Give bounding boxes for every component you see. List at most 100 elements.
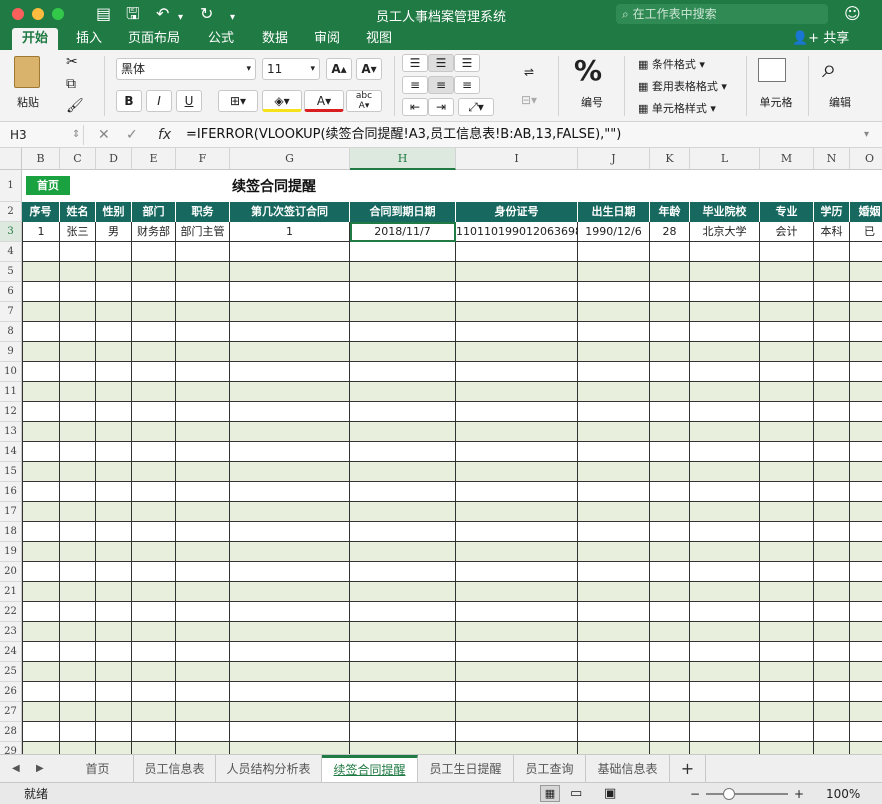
table-cell[interactable]	[176, 262, 230, 282]
merge-cells-icon[interactable]: ⊟▾	[512, 90, 546, 110]
table-cell[interactable]	[760, 362, 814, 382]
table-cell[interactable]	[690, 382, 760, 402]
table-cell[interactable]	[96, 662, 132, 682]
increase-font-size-button[interactable]: A▴	[326, 58, 352, 80]
table-cell[interactable]	[690, 622, 760, 642]
table-cell[interactable]	[350, 382, 456, 402]
table-cell[interactable]	[456, 542, 578, 562]
cell-styles-button[interactable]: ▦ 单元格样式 ▾	[638, 100, 716, 116]
cells-label[interactable]: 单元格	[754, 94, 798, 110]
row-header[interactable]: 9	[0, 342, 22, 362]
row-header[interactable]: 1	[0, 170, 22, 202]
tab-formulas[interactable]: 公式	[198, 28, 244, 50]
feedback-smiley-icon[interactable]: ☺	[844, 4, 861, 23]
table-cell[interactable]	[578, 242, 650, 262]
table-cell[interactable]	[814, 402, 850, 422]
row-header[interactable]: 13	[0, 422, 22, 442]
align-bottom-button[interactable]: ☰	[454, 54, 480, 72]
row-header[interactable]: 20	[0, 562, 22, 582]
table-cell[interactable]	[850, 322, 882, 342]
table-cell[interactable]	[814, 382, 850, 402]
customize-toolbar-icon[interactable]: ▾	[230, 8, 235, 28]
align-left-button[interactable]: ≡	[402, 76, 428, 94]
table-cell[interactable]	[22, 662, 60, 682]
column-header[interactable]: O	[850, 148, 882, 170]
table-cell[interactable]	[22, 622, 60, 642]
table-cell[interactable]	[350, 722, 456, 742]
table-cell[interactable]	[850, 522, 882, 542]
row-header[interactable]: 29	[0, 742, 22, 754]
table-cell[interactable]	[850, 642, 882, 662]
align-middle-button[interactable]: ☰	[428, 54, 454, 72]
table-cell[interactable]	[96, 562, 132, 582]
column-header[interactable]: N	[814, 148, 850, 170]
align-right-button[interactable]: ≡	[454, 76, 480, 94]
table-cell[interactable]	[132, 482, 176, 502]
column-header[interactable]: M	[760, 148, 814, 170]
table-cell[interactable]	[456, 362, 578, 382]
table-cell[interactable]	[760, 422, 814, 442]
table-cell[interactable]	[96, 362, 132, 382]
row-header[interactable]: 17	[0, 502, 22, 522]
table-cell[interactable]	[22, 642, 60, 662]
table-cell[interactable]	[850, 442, 882, 462]
table-cell[interactable]	[176, 642, 230, 662]
table-cell[interactable]	[850, 682, 882, 702]
table-cell[interactable]	[850, 402, 882, 422]
table-cell[interactable]	[22, 242, 60, 262]
table-cell[interactable]	[176, 362, 230, 382]
table-cell[interactable]	[650, 402, 690, 422]
table-cell[interactable]	[814, 722, 850, 742]
table-cell[interactable]	[132, 702, 176, 722]
table-cell[interactable]	[350, 542, 456, 562]
table-cell[interactable]	[350, 582, 456, 602]
table-cell[interactable]	[230, 282, 350, 302]
minimize-window-button[interactable]	[32, 8, 44, 20]
table-cell[interactable]	[456, 722, 578, 742]
sheet-tab-birthday-reminder[interactable]: 员工生日提醒	[418, 755, 514, 783]
table-cell[interactable]	[60, 322, 96, 342]
table-cell[interactable]	[132, 402, 176, 422]
table-cell[interactable]	[690, 582, 760, 602]
table-cell[interactable]	[456, 442, 578, 462]
table-cell[interactable]	[650, 522, 690, 542]
table-cell[interactable]	[176, 422, 230, 442]
row-header[interactable]: 19	[0, 542, 22, 562]
table-cell[interactable]	[96, 302, 132, 322]
table-cell[interactable]	[650, 382, 690, 402]
wrap-text-icon[interactable]: ⇌	[512, 62, 546, 82]
table-cell[interactable]	[578, 382, 650, 402]
name-box-stepper-icon[interactable]: ⇕	[72, 125, 80, 145]
column-header[interactable]: K	[650, 148, 690, 170]
page-layout-view-icon[interactable]: ▭	[570, 785, 582, 802]
table-cell[interactable]	[60, 242, 96, 262]
table-cell[interactable]	[96, 602, 132, 622]
table-cell[interactable]	[132, 502, 176, 522]
table-cell[interactable]	[350, 602, 456, 622]
row-header[interactable]: 27	[0, 702, 22, 722]
increase-indent-button[interactable]: ⇥	[428, 98, 454, 116]
table-cell[interactable]	[60, 262, 96, 282]
table-cell[interactable]	[132, 722, 176, 742]
table-cell[interactable]	[850, 602, 882, 622]
table-cell[interactable]	[22, 342, 60, 362]
cancel-formula-icon[interactable]: ✕	[98, 125, 110, 145]
table-cell[interactable]	[760, 442, 814, 462]
table-cell[interactable]	[22, 302, 60, 322]
table-cell[interactable]	[814, 242, 850, 262]
table-cell[interactable]	[760, 742, 814, 754]
table-cell[interactable]	[132, 622, 176, 642]
underline-button[interactable]: U	[176, 90, 202, 112]
table-cell[interactable]	[578, 502, 650, 522]
row-header[interactable]: 28	[0, 722, 22, 742]
table-cell[interactable]	[350, 422, 456, 442]
table-cell[interactable]	[456, 622, 578, 642]
table-cell[interactable]	[96, 342, 132, 362]
table-cell[interactable]	[456, 402, 578, 422]
table-cell[interactable]	[578, 522, 650, 542]
table-cell[interactable]	[230, 562, 350, 582]
table-cell[interactable]	[96, 522, 132, 542]
table-cell[interactable]	[350, 662, 456, 682]
column-header[interactable]: B	[22, 148, 60, 170]
table-cell[interactable]	[578, 742, 650, 754]
